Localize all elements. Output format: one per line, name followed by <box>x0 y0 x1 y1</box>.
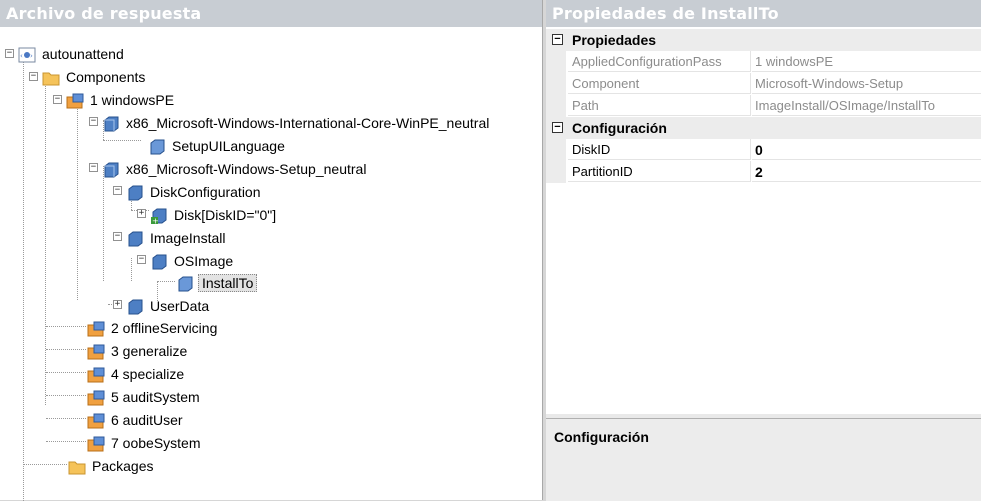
tree-node-setup[interactable]: x86_Microsoft-Windows-Setup_neutral <box>101 158 368 180</box>
config-pass-icon <box>86 342 106 362</box>
svg-text:›: › <box>30 52 33 60</box>
folder-icon <box>41 68 61 88</box>
tree-node-oobesystem[interactable]: 7 oobeSystem <box>86 432 203 454</box>
collapse-toggle-osimage[interactable]: − <box>137 255 146 264</box>
tree-node-diskconfiguration[interactable]: DiskConfiguration <box>125 181 263 203</box>
setting-icon <box>125 297 145 317</box>
config-pass-icon <box>86 388 106 408</box>
category-configuracion[interactable]: − Configuración <box>546 117 981 139</box>
expand-toggle-disk[interactable]: + <box>137 209 146 218</box>
list-item-icon: + <box>149 206 169 226</box>
tree-node-autounattend[interactable]: ‹ › autounattend <box>17 43 126 65</box>
collapse-toggle-imageinstall[interactable]: − <box>113 232 122 241</box>
component-icon <box>101 114 121 134</box>
setting-icon <box>125 229 145 249</box>
property-row-component[interactable]: Component Microsoft-Windows-Setup <box>546 73 981 95</box>
tree-node-installto[interactable]: InstallTo <box>175 272 258 294</box>
tree-node-components[interactable]: Components <box>41 66 147 88</box>
property-row-diskid[interactable]: DiskID 0 <box>546 139 981 161</box>
tree-node-offlineservicing[interactable]: 2 offlineServicing <box>86 317 219 339</box>
properties-header: Propiedades de InstallTo <box>546 0 981 27</box>
collapse-toggle-diskconfiguration[interactable]: − <box>113 186 122 195</box>
tree-node-userdata[interactable]: UserData <box>125 295 211 317</box>
tree-node-generalize[interactable]: 3 generalize <box>86 340 189 362</box>
config-pass-icon <box>86 411 106 431</box>
setting-icon <box>175 274 195 294</box>
setting-icon <box>147 137 167 157</box>
config-pass-icon <box>86 365 106 385</box>
property-row-appliedconfigurationpass[interactable]: AppliedConfigurationPass 1 windowsPE <box>546 51 981 73</box>
svg-text:‹: ‹ <box>20 52 23 60</box>
tree-node-osimage[interactable]: OSImage <box>149 250 235 272</box>
tree-node-setupuilanguage[interactable]: SetupUILanguage <box>147 135 287 157</box>
category-propiedades[interactable]: − Propiedades <box>546 29 981 51</box>
config-pass-icon <box>86 434 106 454</box>
setting-icon <box>125 183 145 203</box>
tree-node-disk[interactable]: + Disk[DiskID="0"] <box>149 204 278 226</box>
config-pass-icon <box>86 319 106 339</box>
answer-file-icon: ‹ › <box>17 45 37 65</box>
folder-icon <box>67 457 87 477</box>
collapse-icon[interactable]: − <box>552 122 563 133</box>
component-icon <box>101 160 121 180</box>
tree-node-windowspe[interactable]: 1 windowsPE <box>65 89 176 111</box>
config-pass-icon <box>65 91 85 111</box>
answer-file-tree[interactable]: − − − − − − + − − + ‹ › autounattend Compo… <box>0 27 542 501</box>
collapse-toggle-components[interactable]: − <box>29 72 38 81</box>
collapse-toggle-autounattend[interactable]: − <box>5 49 14 58</box>
svg-text:+: + <box>152 217 159 226</box>
collapse-toggle-setup[interactable]: − <box>89 163 98 172</box>
answer-file-pane: Archivo de respuesta − − − − − − + − − + <box>0 0 543 501</box>
properties-pane: Propiedades de InstallTo − Propiedades A… <box>546 0 981 501</box>
collapse-toggle-intl-core[interactable]: − <box>89 117 98 126</box>
property-row-partitionid[interactable]: PartitionID 2 <box>546 161 981 183</box>
tree-node-audituser[interactable]: 6 auditUser <box>86 409 185 431</box>
description-title: Configuración <box>554 429 649 445</box>
collapse-toggle-windowspe[interactable]: − <box>53 95 62 104</box>
tree-node-intl-core[interactable]: x86_Microsoft-Windows-International-Core… <box>101 112 491 134</box>
property-row-path[interactable]: Path ImageInstall/OSImage/InstallTo <box>546 95 981 117</box>
property-grid[interactable]: − Propiedades AppliedConfigurationPass 1… <box>546 27 981 414</box>
collapse-icon[interactable]: − <box>552 34 563 45</box>
expand-toggle-userdata[interactable]: + <box>113 300 122 309</box>
answer-file-header: Archivo de respuesta <box>0 0 542 27</box>
setting-icon <box>149 252 169 272</box>
tree-node-packages[interactable]: Packages <box>67 455 155 477</box>
tree-node-imageinstall[interactable]: ImageInstall <box>125 227 227 249</box>
description-panel: Configuración <box>546 418 981 501</box>
tree-node-specialize[interactable]: 4 specialize <box>86 363 186 385</box>
tree-node-auditsystem[interactable]: 5 auditSystem <box>86 386 202 408</box>
